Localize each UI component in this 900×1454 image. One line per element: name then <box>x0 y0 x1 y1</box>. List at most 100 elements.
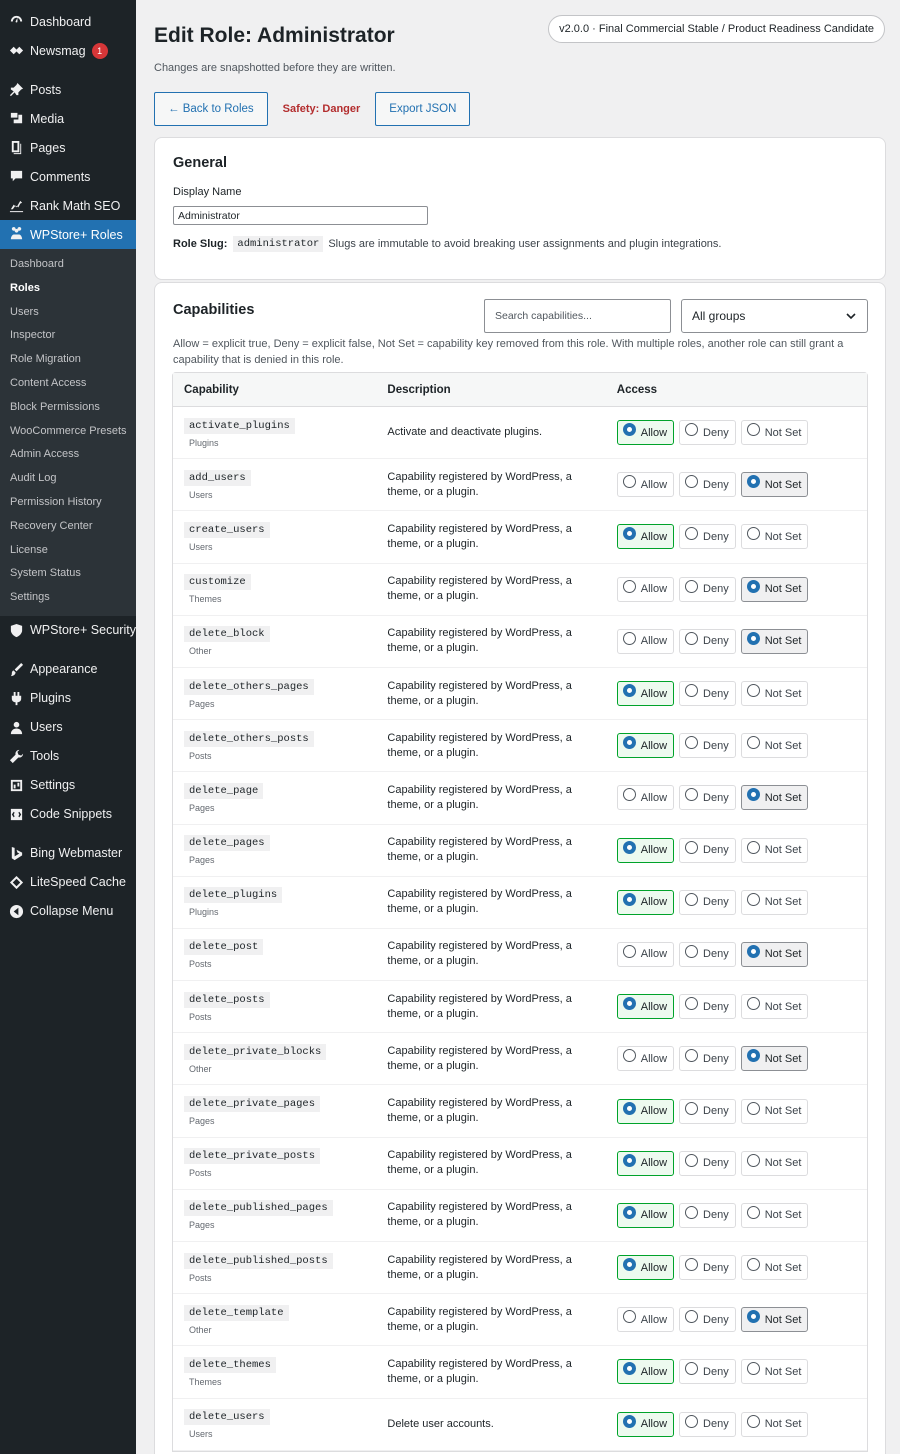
radio-allow[interactable] <box>622 788 636 802</box>
access-option-allow[interactable]: Allow <box>616 420 675 446</box>
access-option-notset[interactable]: Not Set <box>740 681 809 707</box>
access-option-allow[interactable]: Allow <box>616 472 675 498</box>
capability-search-input[interactable] <box>484 299 671 333</box>
sidebar-item-litespeed-cache[interactable]: LiteSpeed Cache <box>0 868 136 897</box>
radio-deny[interactable] <box>685 736 699 750</box>
access-option-notset[interactable]: Not Set <box>740 576 809 602</box>
access-option-allow[interactable]: Allow <box>616 785 675 811</box>
access-option-allow[interactable]: Allow <box>616 524 675 550</box>
radio-allow[interactable] <box>622 840 636 854</box>
submenu-item-license[interactable]: License <box>0 539 136 563</box>
access-option-notset[interactable]: Not Set <box>740 941 809 967</box>
radio-notset[interactable] <box>746 1414 760 1428</box>
radio-allow[interactable] <box>622 684 636 698</box>
access-option-deny[interactable]: Deny <box>679 994 736 1020</box>
access-option-notset[interactable]: Not Set <box>740 472 809 498</box>
access-option-deny[interactable]: Deny <box>679 1150 736 1176</box>
radio-notset[interactable] <box>746 1153 760 1167</box>
radio-allow[interactable] <box>622 423 636 437</box>
access-option-allow[interactable]: Allow <box>616 576 675 602</box>
sidebar-item-dashboard[interactable]: Dashboard <box>0 7 136 36</box>
radio-allow[interactable] <box>622 1310 636 1324</box>
export-json-button[interactable]: Export JSON <box>375 92 471 126</box>
radio-notset[interactable] <box>746 1258 760 1272</box>
access-option-notset[interactable]: Not Set <box>740 628 809 654</box>
access-option-deny[interactable]: Deny <box>679 524 736 550</box>
sidebar-item-appearance[interactable]: Appearance <box>0 655 136 684</box>
radio-allow[interactable] <box>622 1414 636 1428</box>
access-option-allow[interactable]: Allow <box>616 628 675 654</box>
access-option-deny[interactable]: Deny <box>679 1359 736 1385</box>
radio-allow[interactable] <box>622 1049 636 1063</box>
access-option-notset[interactable]: Not Set <box>740 1411 809 1437</box>
submenu-item-roles[interactable]: Roles <box>0 277 136 301</box>
radio-allow[interactable] <box>622 1153 636 1167</box>
group-filter-select[interactable]: All groups <box>681 299 868 333</box>
submenu-item-recovery-center[interactable]: Recovery Center <box>0 515 136 539</box>
radio-notset[interactable] <box>746 475 760 489</box>
radio-notset[interactable] <box>746 736 760 750</box>
sidebar-item-media[interactable]: Media <box>0 104 136 133</box>
submenu-item-users[interactable]: Users <box>0 301 136 325</box>
sidebar-item-rank-math-seo[interactable]: Rank Math SEO <box>0 191 136 220</box>
sidebar-item-users[interactable]: Users <box>0 713 136 742</box>
access-option-allow[interactable]: Allow <box>616 1307 675 1333</box>
access-option-allow[interactable]: Allow <box>616 837 675 863</box>
access-option-notset[interactable]: Not Set <box>740 1046 809 1072</box>
access-option-notset[interactable]: Not Set <box>740 1150 809 1176</box>
sidebar-item-pages[interactable]: Pages <box>0 133 136 162</box>
radio-notset[interactable] <box>746 1049 760 1063</box>
radio-notset[interactable] <box>746 527 760 541</box>
radio-deny[interactable] <box>685 1362 699 1376</box>
submenu-item-role-migration[interactable]: Role Migration <box>0 348 136 372</box>
radio-deny[interactable] <box>685 631 699 645</box>
sidebar-item-collapse-menu[interactable]: Collapse Menu <box>0 897 136 926</box>
access-option-notset[interactable]: Not Set <box>740 889 809 915</box>
access-option-deny[interactable]: Deny <box>679 889 736 915</box>
radio-notset[interactable] <box>746 1310 760 1324</box>
radio-notset[interactable] <box>746 1101 760 1115</box>
access-option-deny[interactable]: Deny <box>679 1202 736 1228</box>
access-option-deny[interactable]: Deny <box>679 837 736 863</box>
radio-deny[interactable] <box>685 475 699 489</box>
access-option-notset[interactable]: Not Set <box>740 524 809 550</box>
access-option-notset[interactable]: Not Set <box>740 1359 809 1385</box>
radio-deny[interactable] <box>685 892 699 906</box>
access-option-deny[interactable]: Deny <box>679 1411 736 1437</box>
access-option-allow[interactable]: Allow <box>616 1046 675 1072</box>
access-option-deny[interactable]: Deny <box>679 941 736 967</box>
radio-notset[interactable] <box>746 579 760 593</box>
radio-allow[interactable] <box>622 997 636 1011</box>
access-option-allow[interactable]: Allow <box>616 733 675 759</box>
radio-deny[interactable] <box>685 1153 699 1167</box>
radio-allow[interactable] <box>622 631 636 645</box>
access-option-deny[interactable]: Deny <box>679 1098 736 1124</box>
access-option-deny[interactable]: Deny <box>679 420 736 446</box>
access-option-notset[interactable]: Not Set <box>740 837 809 863</box>
access-option-allow[interactable]: Allow <box>616 1098 675 1124</box>
sidebar-item-settings[interactable]: Settings <box>0 771 136 800</box>
radio-notset[interactable] <box>746 631 760 645</box>
access-option-deny[interactable]: Deny <box>679 1046 736 1072</box>
radio-allow[interactable] <box>622 527 636 541</box>
access-option-deny[interactable]: Deny <box>679 628 736 654</box>
access-option-deny[interactable]: Deny <box>679 733 736 759</box>
access-option-allow[interactable]: Allow <box>616 1411 675 1437</box>
radio-allow[interactable] <box>622 1101 636 1115</box>
radio-allow[interactable] <box>622 579 636 593</box>
radio-deny[interactable] <box>685 788 699 802</box>
sidebar-item-wpstore-security[interactable]: WPStore+ Security <box>0 616 136 645</box>
radio-deny[interactable] <box>685 527 699 541</box>
sidebar-item-posts[interactable]: Posts <box>0 75 136 104</box>
access-option-allow[interactable]: Allow <box>616 1255 675 1281</box>
radio-notset[interactable] <box>746 1205 760 1219</box>
back-to-roles-button[interactable]: ← Back to Roles <box>154 92 268 126</box>
radio-allow[interactable] <box>622 1362 636 1376</box>
access-option-notset[interactable]: Not Set <box>740 733 809 759</box>
sidebar-item-bing-webmaster[interactable]: Bing Webmaster <box>0 839 136 868</box>
sidebar-item-newsmag[interactable]: Newsmag 1 <box>0 36 136 65</box>
radio-deny[interactable] <box>685 840 699 854</box>
radio-allow[interactable] <box>622 1258 636 1272</box>
access-option-notset[interactable]: Not Set <box>740 1098 809 1124</box>
radio-deny[interactable] <box>685 1101 699 1115</box>
